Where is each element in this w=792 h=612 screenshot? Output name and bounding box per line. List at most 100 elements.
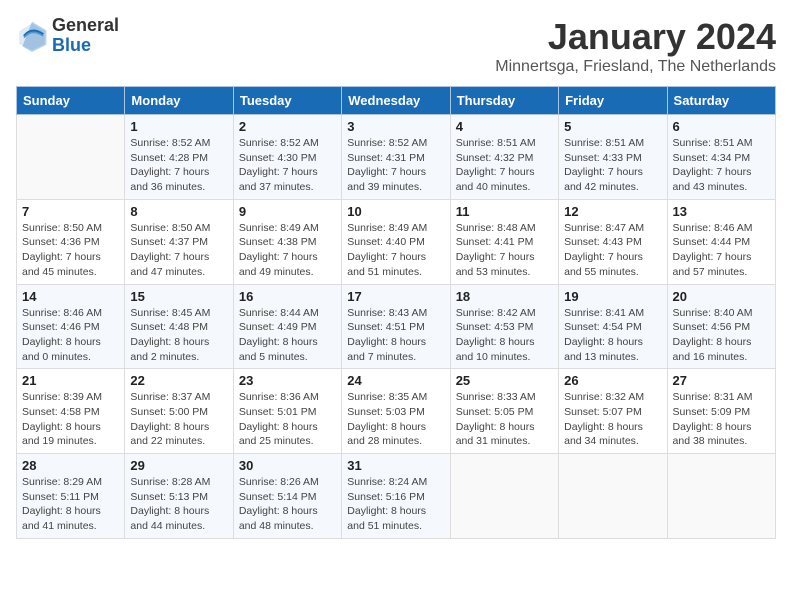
calendar-cell: 2 Sunrise: 8:52 AM Sunset: 4:30 PM Daylig…: [233, 115, 341, 200]
calendar-cell: 17Sunrise: 8:43 AM Sunset: 4:51 PM Dayli…: [342, 284, 450, 369]
calendar-cell: 1 Sunrise: 8:52 AM Sunset: 4:28 PM Daylig…: [125, 115, 233, 200]
calendar-cell: 12 Sunrise: 8:47 AM Sunset: 4:43 PM Dayli…: [559, 199, 667, 284]
day-info: Sunrise: 8:46 AM Sunset: 4:44 PM Dayligh…: [673, 221, 770, 280]
calendar-cell: 30 Sunrise: 8:26 AM Sunset: 5:14 PM Dayli…: [233, 454, 341, 539]
day-number: 11: [456, 204, 553, 219]
day-number: 29: [130, 458, 227, 473]
day-info: Sunrise: 8:32 AM Sunset: 5:07 PM Dayligh…: [564, 390, 661, 449]
calendar-cell: 15Sunrise: 8:45 AM Sunset: 4:48 PM Dayli…: [125, 284, 233, 369]
calendar-table: SundayMondayTuesdayWednesdayThursdayFrid…: [16, 86, 776, 539]
day-info: Sunrise: 8:48 AM Sunset: 4:41 PM Dayligh…: [456, 221, 553, 280]
calendar-cell: 4 Sunrise: 8:51 AM Sunset: 4:32 PM Daylig…: [450, 115, 558, 200]
day-number: 16: [239, 289, 336, 304]
calendar-week-row: 21 Sunrise: 8:39 AM Sunset: 4:58 PM Dayli…: [17, 369, 776, 454]
day-info: Sunrise: 8:37 AM Sunset: 5:00 PM Dayligh…: [130, 390, 227, 449]
day-number: 23: [239, 373, 336, 388]
day-number: 12: [564, 204, 661, 219]
day-number: 8: [130, 204, 227, 219]
day-number: 13: [673, 204, 770, 219]
day-number: 10: [347, 204, 444, 219]
calendar-cell: 25Sunrise: 8:33 AM Sunset: 5:05 PM Dayli…: [450, 369, 558, 454]
weekday-header-wednesday: Wednesday: [342, 87, 450, 115]
weekday-header-monday: Monday: [125, 87, 233, 115]
calendar-week-row: 28Sunrise: 8:29 AM Sunset: 5:11 PM Dayli…: [17, 454, 776, 539]
calendar-cell: [450, 454, 558, 539]
day-number: 2: [239, 119, 336, 134]
day-number: 31: [347, 458, 444, 473]
calendar-cell: 7 Sunrise: 8:50 AM Sunset: 4:36 PM Daylig…: [17, 199, 125, 284]
day-info: Sunrise: 8:28 AM Sunset: 5:13 PM Dayligh…: [130, 475, 227, 534]
day-number: 21: [22, 373, 119, 388]
calendar-cell: 11 Sunrise: 8:48 AM Sunset: 4:41 PM Dayli…: [450, 199, 558, 284]
weekday-header-tuesday: Tuesday: [233, 87, 341, 115]
day-info: Sunrise: 8:24 AM Sunset: 5:16 PM Dayligh…: [347, 475, 444, 534]
weekday-header-saturday: Saturday: [667, 87, 775, 115]
logo-blue-text: Blue: [52, 36, 119, 56]
calendar-cell: 10Sunrise: 8:49 AM Sunset: 4:40 PM Dayli…: [342, 199, 450, 284]
day-info: Sunrise: 8:42 AM Sunset: 4:53 PM Dayligh…: [456, 306, 553, 365]
calendar-cell: 16 Sunrise: 8:44 AM Sunset: 4:49 PM Dayli…: [233, 284, 341, 369]
calendar-cell: 29 Sunrise: 8:28 AM Sunset: 5:13 PM Dayli…: [125, 454, 233, 539]
calendar-cell: 3 Sunrise: 8:52 AM Sunset: 4:31 PM Daylig…: [342, 115, 450, 200]
calendar-cell: 13 Sunrise: 8:46 AM Sunset: 4:44 PM Dayli…: [667, 199, 775, 284]
calendar-cell: 26 Sunrise: 8:32 AM Sunset: 5:07 PM Dayli…: [559, 369, 667, 454]
day-number: 19: [564, 289, 661, 304]
day-info: Sunrise: 8:52 AM Sunset: 4:31 PM Dayligh…: [347, 136, 444, 195]
day-number: 9: [239, 204, 336, 219]
day-number: 5: [564, 119, 661, 134]
day-number: 7: [22, 204, 119, 219]
day-info: Sunrise: 8:51 AM Sunset: 4:32 PM Dayligh…: [456, 136, 553, 195]
day-info: Sunrise: 8:41 AM Sunset: 4:54 PM Dayligh…: [564, 306, 661, 365]
calendar-cell: 6 Sunrise: 8:51 AM Sunset: 4:34 PM Daylig…: [667, 115, 775, 200]
calendar-cell: [17, 115, 125, 200]
day-info: Sunrise: 8:50 AM Sunset: 4:37 PM Dayligh…: [130, 221, 227, 280]
weekday-header-row: SundayMondayTuesdayWednesdayThursdayFrid…: [17, 87, 776, 115]
calendar-cell: 21 Sunrise: 8:39 AM Sunset: 4:58 PM Dayli…: [17, 369, 125, 454]
weekday-header-sunday: Sunday: [17, 87, 125, 115]
day-number: 14: [22, 289, 119, 304]
header: General Blue January 2024 Minnertsga, Fr…: [16, 16, 776, 76]
day-info: Sunrise: 8:29 AM Sunset: 5:11 PM Dayligh…: [22, 475, 119, 534]
day-info: Sunrise: 8:52 AM Sunset: 4:30 PM Dayligh…: [239, 136, 336, 195]
day-number: 4: [456, 119, 553, 134]
day-info: Sunrise: 8:52 AM Sunset: 4:28 PM Dayligh…: [130, 136, 227, 195]
day-info: Sunrise: 8:33 AM Sunset: 5:05 PM Dayligh…: [456, 390, 553, 449]
weekday-header-thursday: Thursday: [450, 87, 558, 115]
day-number: 20: [673, 289, 770, 304]
day-info: Sunrise: 8:35 AM Sunset: 5:03 PM Dayligh…: [347, 390, 444, 449]
logo-text: General Blue: [52, 16, 119, 56]
day-number: 17: [347, 289, 444, 304]
day-info: Sunrise: 8:26 AM Sunset: 5:14 PM Dayligh…: [239, 475, 336, 534]
day-number: 26: [564, 373, 661, 388]
calendar-header: SundayMondayTuesdayWednesdayThursdayFrid…: [17, 87, 776, 115]
day-info: Sunrise: 8:47 AM Sunset: 4:43 PM Dayligh…: [564, 221, 661, 280]
day-number: 18: [456, 289, 553, 304]
day-number: 3: [347, 119, 444, 134]
day-info: Sunrise: 8:31 AM Sunset: 5:09 PM Dayligh…: [673, 390, 770, 449]
day-info: Sunrise: 8:39 AM Sunset: 4:58 PM Dayligh…: [22, 390, 119, 449]
day-info: Sunrise: 8:50 AM Sunset: 4:36 PM Dayligh…: [22, 221, 119, 280]
day-info: Sunrise: 8:44 AM Sunset: 4:49 PM Dayligh…: [239, 306, 336, 365]
day-number: 30: [239, 458, 336, 473]
logo: General Blue: [16, 16, 119, 56]
calendar-cell: 31 Sunrise: 8:24 AM Sunset: 5:16 PM Dayli…: [342, 454, 450, 539]
day-number: 24: [347, 373, 444, 388]
day-info: Sunrise: 8:51 AM Sunset: 4:34 PM Dayligh…: [673, 136, 770, 195]
calendar-body: 1 Sunrise: 8:52 AM Sunset: 4:28 PM Daylig…: [17, 115, 776, 539]
day-info: Sunrise: 8:51 AM Sunset: 4:33 PM Dayligh…: [564, 136, 661, 195]
title-area: January 2024 Minnertsga, Friesland, The …: [495, 16, 776, 76]
day-number: 22: [130, 373, 227, 388]
calendar-cell: 20Sunrise: 8:40 AM Sunset: 4:56 PM Dayli…: [667, 284, 775, 369]
day-number: 6: [673, 119, 770, 134]
calendar-cell: 8 Sunrise: 8:50 AM Sunset: 4:37 PM Daylig…: [125, 199, 233, 284]
calendar-cell: 22 Sunrise: 8:37 AM Sunset: 5:00 PM Dayli…: [125, 369, 233, 454]
calendar-cell: [667, 454, 775, 539]
logo-general-text: General: [52, 16, 119, 36]
day-number: 1: [130, 119, 227, 134]
day-info: Sunrise: 8:46 AM Sunset: 4:46 PM Dayligh…: [22, 306, 119, 365]
day-number: 15: [130, 289, 227, 304]
calendar-week-row: 7 Sunrise: 8:50 AM Sunset: 4:36 PM Daylig…: [17, 199, 776, 284]
logo-icon: [16, 20, 48, 52]
calendar-cell: 24 Sunrise: 8:35 AM Sunset: 5:03 PM Dayli…: [342, 369, 450, 454]
calendar-week-row: 14 Sunrise: 8:46 AM Sunset: 4:46 PM Dayli…: [17, 284, 776, 369]
